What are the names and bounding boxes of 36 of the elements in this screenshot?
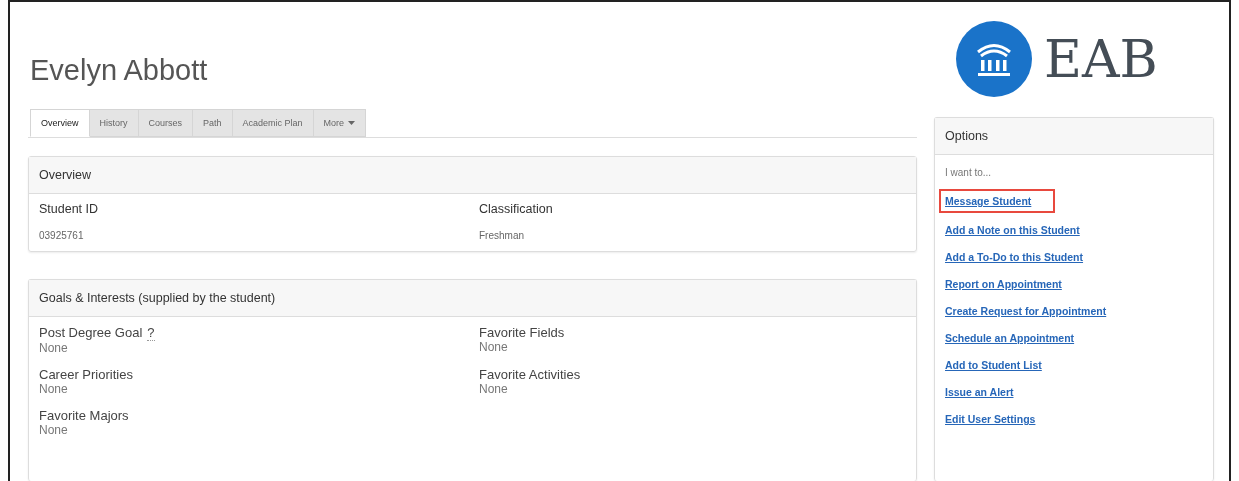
field-label: Student ID (39, 202, 100, 216)
field-label: Classification (479, 202, 554, 216)
field-label: Favorite Activities (479, 367, 581, 382)
field-value: None (39, 341, 69, 355)
panel-title: Options (945, 129, 989, 143)
field-label: Favorite Fields (479, 325, 565, 340)
option-link[interactable]: Add a Note on this Student (943, 224, 1082, 236)
field-label: Favorite Majors (39, 408, 129, 423)
option-link[interactable]: Schedule an Appointment (943, 332, 1077, 344)
field-value: None (479, 340, 509, 354)
panel-title: Goals & Interests (supplied by the student) (39, 291, 276, 305)
field-value: Freshman (479, 230, 525, 241)
option-link[interactable]: Edit User Settings (943, 413, 1038, 425)
tab[interactable]: Courses (138, 109, 194, 137)
building-logo-icon (956, 21, 1032, 97)
option-link[interactable]: Add a To-Do to this Student (943, 251, 1086, 263)
option-link[interactable]: Add to Student List (943, 359, 1044, 371)
field-label: Career Priorities (39, 367, 133, 382)
tab[interactable]: More (313, 109, 367, 137)
tab[interactable]: History (89, 109, 139, 137)
field-label: Post Degree Goal (39, 325, 143, 341)
tab[interactable]: Overview (30, 109, 90, 137)
option-link[interactable]: Create Request for Appointment (943, 305, 1109, 317)
option-link[interactable]: Issue an Alert (943, 386, 1016, 398)
option-link[interactable]: Report on Appointment (943, 278, 1064, 290)
panel-title: Overview (39, 168, 92, 182)
field-value: 03925761 (39, 230, 85, 241)
help-link[interactable]: ? (147, 325, 155, 341)
logo-text: EAB (1044, 33, 1158, 85)
field-value: None (479, 382, 509, 396)
student-name: Evelyn Abbott (30, 56, 209, 85)
tab[interactable]: Path (193, 109, 233, 137)
intro-text: I want to... (945, 167, 992, 178)
field-value: None (39, 382, 69, 396)
field-value: None (39, 423, 69, 437)
tab[interactable]: Academic Plan (232, 109, 314, 137)
